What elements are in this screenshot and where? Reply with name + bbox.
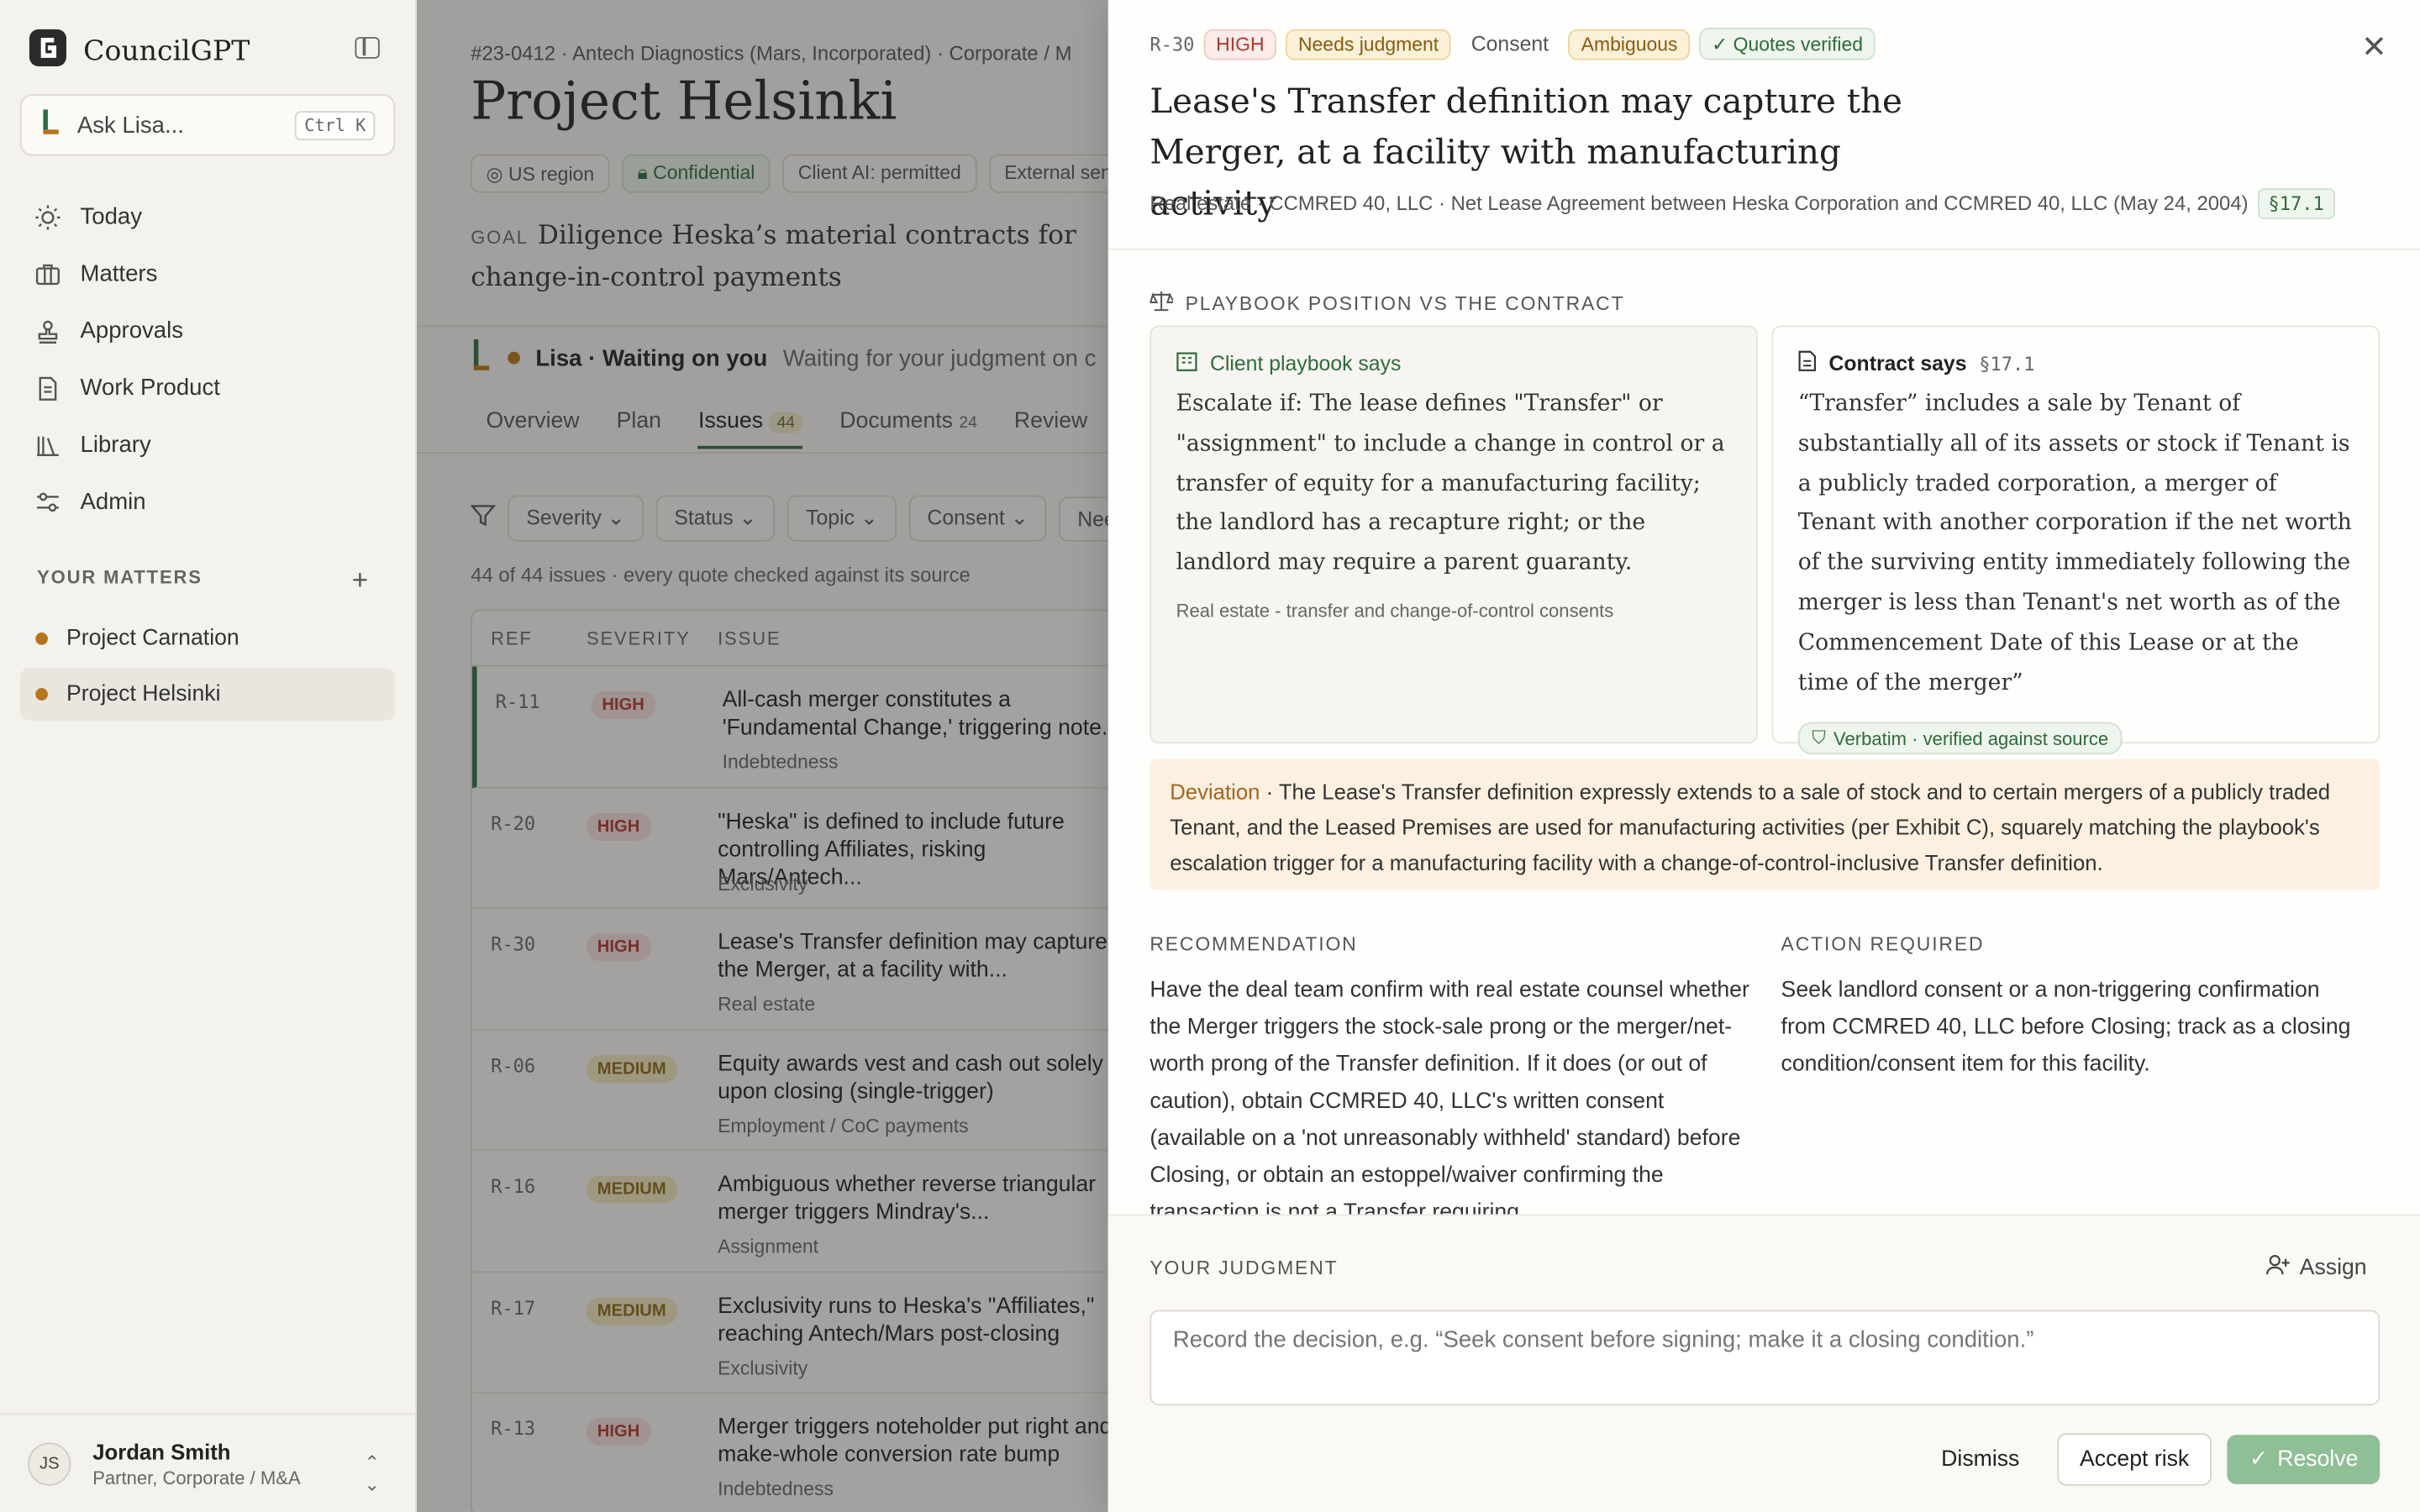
sliders-icon [34, 488, 61, 516]
nav-approvals[interactable]: Approvals [34, 302, 219, 360]
councilgpt-logo-icon [28, 28, 68, 76]
resolve-button[interactable]: ✓ Resolve [2228, 1435, 2381, 1484]
stamp-icon [34, 317, 61, 344]
nav-matters[interactable]: Matters [34, 245, 219, 302]
matter-dot [35, 688, 48, 701]
nav-label: Library [80, 432, 151, 459]
brand[interactable]: CouncilGPT [28, 28, 250, 76]
matter-label: Project Carnation [66, 626, 239, 652]
main-nav: Today Matters Approvals Work Product Lib… [34, 188, 220, 531]
lisa-icon [40, 108, 62, 143]
collapse-sidebar-icon[interactable] [355, 37, 380, 59]
nav-label: Today [80, 203, 143, 230]
scroll-area[interactable]: RECOMMENDATION Have the deal team confir… [1108, 0, 2420, 1214]
assign-label: Assign [2299, 1256, 2367, 1281]
matter-label: Project Helsinki [66, 681, 221, 707]
nav-work-product[interactable]: Work Product [34, 360, 220, 417]
add-matter-icon[interactable]: + [352, 564, 368, 597]
sidebar: CouncilGPT Ask Lisa... Ctrl K Today Matt… [0, 0, 417, 1512]
sun-icon [34, 203, 61, 231]
briefcase-icon [34, 260, 61, 287]
brand-name: CouncilGPT [83, 35, 250, 68]
nav-label: Approvals [80, 318, 184, 344]
ask-lisa-label: Ask Lisa... [76, 112, 184, 139]
nav-label: Work Product [80, 375, 220, 402]
nav-label: Admin [80, 489, 146, 516]
accept-risk-button[interactable]: Accept risk [2056, 1433, 2212, 1486]
action-text: Seek landlord consent or a non-triggerin… [1781, 978, 2351, 1078]
nav-today[interactable]: Today [34, 188, 219, 245]
chevron-updown-icon: ⌃ ⌄ [364, 1452, 380, 1495]
ask-lisa-button[interactable]: Ask Lisa... Ctrl K [19, 94, 396, 156]
matter-dot [35, 633, 48, 645]
action-buttons: Dismiss Accept risk ✓ Resolve [1919, 1433, 2381, 1486]
action-heading: ACTION REQUIRED [1781, 933, 1985, 955]
shortcut-hint: Ctrl K [295, 110, 376, 140]
document-icon [34, 374, 61, 402]
matter-project-helsinki[interactable]: Project Helsinki [19, 668, 396, 721]
your-matters-heading: YOUR MATTERS [37, 566, 203, 588]
assign-button[interactable]: Assign [2265, 1254, 2367, 1282]
avatar: JS [28, 1441, 71, 1485]
check-icon: ✓ [2249, 1446, 2269, 1473]
user-role: Partner, Corporate / M&A [92, 1466, 301, 1488]
user-name: Jordan Smith [92, 1438, 231, 1464]
recommendation-heading: RECOMMENDATION [1150, 933, 1358, 955]
judgment-input[interactable] [1150, 1310, 2381, 1406]
issue-detail-panel: R-30 HIGH Needs judgment Consent Ambiguo… [1107, 0, 2420, 1512]
button-label: Resolve [2277, 1446, 2359, 1473]
nav-library[interactable]: Library [34, 417, 219, 474]
dismiss-button[interactable]: Dismiss [1919, 1435, 2041, 1484]
nav-admin[interactable]: Admin [34, 474, 219, 531]
recommendation-text: Have the deal team confirm with real est… [1150, 978, 1749, 1215]
nav-label: Matters [80, 260, 158, 287]
user-menu[interactable]: JS Jordan Smith Partner, Corporate / M&A… [0, 1413, 417, 1512]
books-icon [34, 431, 61, 459]
add-user-icon [2265, 1254, 2290, 1282]
judgment-heading: YOUR JUDGMENT [1150, 1257, 1339, 1279]
judgment-section: YOUR JUDGMENT Assign Dismiss Accept risk… [1107, 1214, 2420, 1512]
matter-project-carnation[interactable]: Project Carnation [20, 612, 395, 664]
